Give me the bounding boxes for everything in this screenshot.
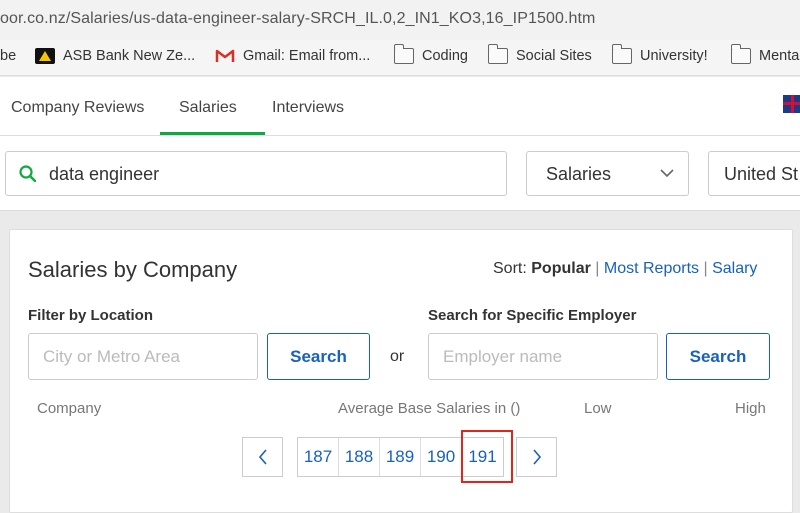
column-header-low: Low — [584, 400, 612, 417]
chevron-left-icon — [258, 449, 267, 465]
location-search-button[interactable]: Search — [267, 333, 370, 380]
bookmark-asb[interactable]: ASB Bank New Ze... — [35, 48, 195, 64]
address-bar[interactable]: oor.co.nz/Salaries/us-data-engineer-sala… — [0, 0, 800, 40]
search-type-select[interactable]: Salaries — [526, 151, 689, 196]
sort-separator: | — [703, 260, 708, 277]
employer-search-label: Search for Specific Employer — [428, 307, 637, 324]
keyword-search-input[interactable]: data engineer — [5, 151, 507, 196]
bookmark-label: Social Sites — [516, 48, 592, 64]
column-header-company: Company — [37, 400, 102, 417]
page-link[interactable]: 189 — [380, 438, 421, 476]
bookmark-folder-menta[interactable]: Menta — [730, 44, 800, 64]
prev-page-button[interactable] — [242, 437, 283, 477]
page-link-current[interactable]: 191 — [462, 438, 503, 476]
employer-name-input[interactable]: Employer name — [428, 333, 658, 380]
location-filter-placeholder: City or Metro Area — [43, 347, 180, 366]
flag-icon[interactable] — [783, 95, 800, 113]
column-header-high: High — [735, 400, 766, 417]
folder-icon — [730, 44, 751, 64]
tab-interviews[interactable]: Interviews — [272, 99, 344, 117]
bookmark-folder-coding[interactable]: Coding — [393, 44, 468, 64]
sort-current: Popular — [531, 260, 591, 277]
sort-prefix: Sort: — [493, 260, 527, 277]
location-input[interactable]: United St — [708, 151, 800, 196]
folder-icon — [393, 44, 414, 64]
gmail-icon — [215, 49, 235, 62]
folder-icon — [611, 44, 632, 64]
url-text[interactable]: oor.co.nz/Salaries/us-data-engineer-sala… — [0, 10, 595, 28]
active-tab-indicator — [160, 132, 265, 135]
search-type-value: Salaries — [546, 164, 612, 184]
card-title: Salaries by Company — [28, 257, 238, 282]
bookmarks-bar: be ASB Bank New Ze... Gmail: Email from.… — [0, 40, 800, 76]
tab-company-reviews[interactable]: Company Reviews — [11, 99, 144, 117]
employer-search-button[interactable]: Search — [666, 333, 770, 380]
keyword-value: data engineer — [49, 164, 160, 184]
search-icon — [19, 165, 36, 182]
page-link[interactable]: 187 — [298, 438, 339, 476]
employer-name-placeholder: Employer name — [443, 347, 563, 366]
location-filter-input[interactable]: City or Metro Area — [28, 333, 258, 380]
column-header-average: Average Base Salaries in () — [338, 400, 521, 417]
bookmark-item[interactable]: be — [0, 48, 16, 64]
asb-logo-icon — [35, 48, 55, 64]
bookmark-label: Gmail: Email from... — [243, 48, 371, 64]
page-link[interactable]: 190 — [421, 438, 462, 476]
pagination: 187 188 189 190 191 — [297, 437, 504, 477]
bookmark-label: be — [0, 48, 17, 64]
chevron-right-icon — [532, 449, 541, 465]
next-page-button[interactable] — [516, 437, 557, 477]
folder-icon — [487, 44, 508, 64]
sort-most-reports-link[interactable]: Most Reports — [604, 260, 699, 277]
bookmark-folder-social[interactable]: Social Sites — [487, 44, 592, 64]
sort-salary-link[interactable]: Salary — [712, 260, 757, 277]
chevron-down-icon — [660, 169, 674, 178]
bookmark-folder-university[interactable]: University! — [611, 44, 708, 64]
or-text: or — [390, 348, 405, 365]
sort-separator: | — [595, 260, 600, 277]
filter-location-label: Filter by Location — [28, 307, 154, 324]
bookmark-label: ASB Bank New Ze... — [63, 48, 196, 64]
bookmark-label: University! — [640, 48, 708, 64]
bookmark-gmail[interactable]: Gmail: Email from... — [215, 48, 370, 64]
page-link[interactable]: 188 — [339, 438, 380, 476]
bookmark-label: Menta — [759, 48, 800, 64]
sort-options: Sort: Popular | Most Reports | Salary — [493, 260, 757, 278]
location-value: United St — [724, 164, 799, 184]
bookmark-label: Coding — [422, 48, 468, 64]
tab-salaries[interactable]: Salaries — [179, 99, 237, 117]
